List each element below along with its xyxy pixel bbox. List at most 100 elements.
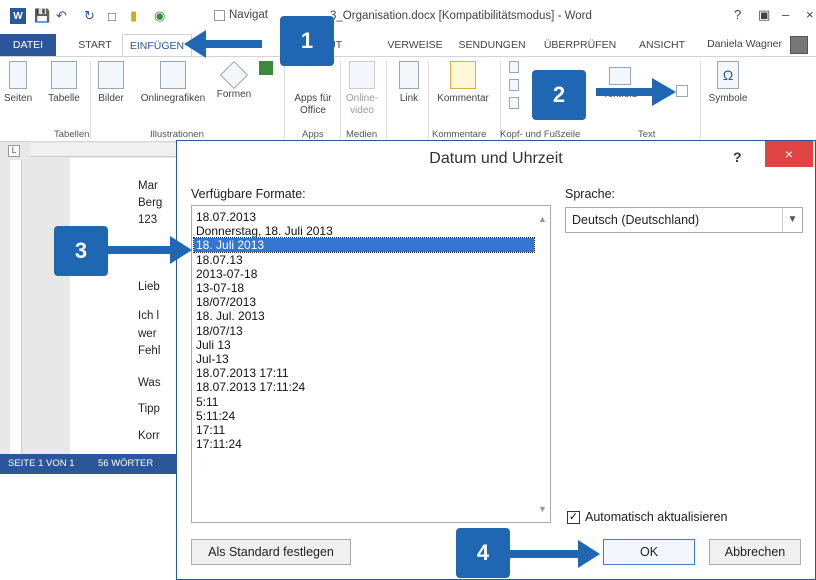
list-item[interactable]: Donnerstag, 18. Juli 2013: [196, 224, 333, 238]
user-name[interactable]: Daniela Wagner: [707, 38, 782, 50]
online-picture-icon: [160, 61, 186, 89]
undo-icon[interactable]: ↶: [56, 8, 67, 24]
tabelle-button[interactable]: Tabelle: [44, 61, 84, 105]
date-time-button[interactable]: [674, 61, 690, 97]
document-text: Mar: [138, 180, 158, 192]
tab-ueberpruefen[interactable]: ÜBERPRÜFEN: [540, 34, 620, 56]
navigation-pane-label: Navigat: [229, 9, 268, 21]
document-text: 123: [138, 214, 158, 226]
symbole-button[interactable]: Ω Symbole: [704, 61, 752, 105]
scroll-down-icon[interactable]: ▼: [538, 504, 547, 514]
help-button[interactable]: ?: [734, 7, 741, 22]
list-item[interactable]: 17:11:24: [196, 437, 242, 451]
pages-icon: [9, 61, 27, 89]
tab-entwurf[interactable]: ENTWURF: [198, 34, 268, 56]
date-time-dialog: Datum und Uhrzeit ? × Verfügbare Formate…: [176, 140, 816, 580]
tab-datei[interactable]: DATEI: [0, 34, 56, 56]
save-icon[interactable]: 💾: [34, 8, 50, 24]
formen-button[interactable]: Formen: [214, 60, 254, 101]
document-text: Lieb: [138, 281, 160, 293]
tab-selector[interactable]: L: [8, 145, 20, 157]
apps-label-2: Office: [300, 105, 326, 116]
onlinegrafiken-button[interactable]: Onlinegrafiken: [134, 61, 212, 105]
scroll-up-icon[interactable]: ▲: [538, 214, 547, 224]
dialog-title: Datum und Uhrzeit: [429, 150, 563, 167]
ok-button[interactable]: OK: [603, 539, 695, 565]
tab-sendungen[interactable]: SENDUNGEN: [456, 34, 528, 56]
kopfzeile-button[interactable]: [504, 61, 524, 109]
avatar[interactable]: [790, 36, 808, 54]
ribbon: Seiten Tabelle Bilder Onlinegrafiken For…: [0, 56, 816, 142]
list-item[interactable]: Juli 13: [196, 338, 231, 352]
dialog-help-button[interactable]: ?: [733, 149, 742, 165]
apps-button[interactable]: Apps für Office: [288, 61, 338, 117]
word-count[interactable]: 56 WÖRTER: [98, 458, 153, 469]
cancel-button[interactable]: Abbrechen: [709, 539, 801, 565]
page-count[interactable]: SEITE 1 VON 1: [8, 458, 75, 469]
set-default-button[interactable]: Als Standard festlegen: [191, 539, 351, 565]
horizontal-ruler[interactable]: [30, 143, 180, 157]
tab-einfuegen[interactable]: EINFÜGEN: [122, 34, 192, 56]
group-label-illustrationen: Illustrationen: [150, 129, 204, 140]
close-button[interactable]: ×: [806, 7, 814, 22]
link-label: Link: [399, 93, 419, 104]
tab-verweise[interactable]: VERWEISE: [384, 34, 446, 56]
list-item[interactable]: 18.07.2013 17:11:24: [196, 380, 305, 394]
vertical-ruler[interactable]: [10, 160, 22, 455]
list-item[interactable]: 18.07.2013 17:11: [196, 366, 289, 380]
new-document-icon[interactable]: □: [108, 8, 116, 24]
list-item[interactable]: 2013-07-18: [196, 267, 257, 281]
bilder-button[interactable]: Bilder: [92, 61, 130, 105]
seiten-button[interactable]: Seiten: [2, 61, 34, 105]
list-item[interactable]: 18.07.2013: [196, 210, 256, 224]
formats-listbox[interactable]: 18.07.2013 Donnerstag, 18. Juli 2013 18. J…: [191, 205, 551, 523]
group-label-text: Text: [638, 129, 656, 140]
ribbon-tabs: DATEI START EINFÜGEN ENTWURF OUT VERWEIS…: [0, 34, 816, 56]
onlinevideo-label-2: video: [350, 105, 374, 116]
footer-icon: [509, 79, 519, 91]
navigation-pane-checkbox[interactable]: [214, 10, 225, 21]
format-item-selected[interactable]: 18. Juli 2013: [193, 237, 535, 254]
list-item[interactable]: Jul-13: [196, 352, 229, 366]
auto-update-checkbox[interactable]: ✓: [567, 511, 580, 524]
chart-button[interactable]: [256, 61, 276, 75]
list-item[interactable]: 5:11: [196, 395, 218, 409]
list-item[interactable]: 18/07/13: [196, 324, 243, 338]
callout-badge-1: 1: [280, 16, 334, 66]
minimize-button[interactable]: –: [782, 7, 789, 22]
list-item[interactable]: 18/07/2013: [196, 295, 256, 309]
onlinegrafiken-label: Onlinegrafiken: [140, 93, 206, 104]
divider: [340, 61, 341, 139]
ribbon-display-icon[interactable]: ▣: [758, 7, 770, 23]
divider: [386, 61, 387, 139]
list-item[interactable]: 13-07-18: [196, 281, 244, 295]
dialog-close-button[interactable]: ×: [765, 141, 813, 167]
list-item[interactable]: 5:11:24: [196, 409, 235, 423]
textfeld-button[interactable]: Textfeld: [598, 61, 642, 101]
formats-scrollbar[interactable]: ▲ ▼: [536, 206, 550, 522]
list-item[interactable]: 18.07.13: [196, 253, 243, 267]
list-item[interactable]: 17:11: [196, 423, 225, 437]
tab-ansicht[interactable]: ANSICHT: [632, 34, 692, 56]
open-folder-icon[interactable]: ▮: [130, 8, 137, 24]
language-select[interactable]: Deutsch (Deutschland) ▼: [565, 207, 803, 233]
onlinevideo-button[interactable]: Online- video: [342, 61, 382, 117]
table-icon: [51, 61, 77, 89]
language-value: Deutsch (Deutschland): [572, 213, 700, 227]
omega-icon: Ω: [717, 61, 739, 89]
status-bar: SEITE 1 VON 1 56 WÖRTER: [0, 454, 180, 474]
chevron-down-icon[interactable]: ▼: [782, 208, 802, 232]
tab-start[interactable]: START: [70, 34, 120, 56]
customize-icon[interactable]: ◉: [154, 8, 165, 24]
window-title: 3_Organisation.docx [Kompatibilitätsmodu…: [330, 10, 592, 22]
kommentar-button[interactable]: Kommentar: [430, 61, 496, 105]
document-text: wer: [138, 328, 157, 340]
document-page[interactable]: [70, 158, 180, 454]
divider: [500, 61, 501, 139]
link-button[interactable]: Link: [392, 61, 426, 105]
seiten-label: Seiten: [3, 93, 33, 104]
divider: [284, 61, 285, 139]
redo-icon[interactable]: ↻: [84, 8, 95, 24]
list-item[interactable]: 18. Jul. 2013: [196, 309, 265, 323]
onlinevideo-label: Online-: [345, 93, 379, 104]
